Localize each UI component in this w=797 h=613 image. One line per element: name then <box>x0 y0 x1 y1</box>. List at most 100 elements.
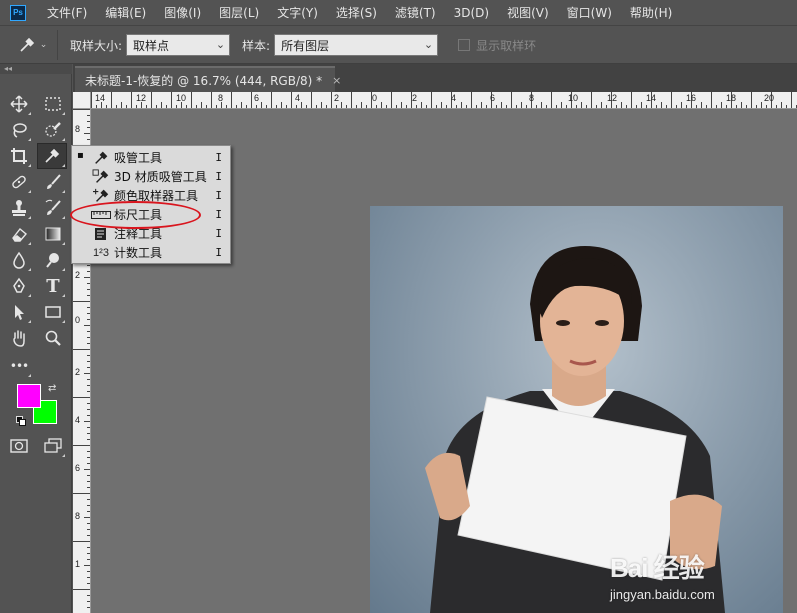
ruler-label: 14 <box>95 93 106 103</box>
dodge-icon <box>46 253 59 268</box>
eraser-tool[interactable] <box>6 222 32 246</box>
tool-group-indicator <box>62 164 65 167</box>
show-sampling-ring-checkbox[interactable] <box>458 39 471 51</box>
ruler-label: 0 <box>75 315 81 325</box>
tool-group-indicator <box>62 112 65 115</box>
menu-image[interactable]: 图像(I) <box>155 4 210 21</box>
dodge-tool[interactable] <box>40 248 66 272</box>
ruler-origin[interactable] <box>73 92 91 109</box>
brush-icon <box>47 174 61 189</box>
lasso-tool[interactable] <box>6 118 32 142</box>
gradient-tool[interactable] <box>40 222 66 246</box>
count-icon: 1²3 <box>93 246 109 259</box>
history-brush-icon <box>45 199 61 215</box>
eraser-icon <box>12 227 27 242</box>
drop-icon <box>13 251 25 269</box>
3d-material-eyedropper-icon <box>90 168 112 185</box>
crop-tool[interactable] <box>6 144 32 168</box>
tool-group-indicator <box>28 164 31 167</box>
arrow-cursor-icon <box>15 305 24 320</box>
hand-tool[interactable] <box>6 326 32 350</box>
blur-tool[interactable] <box>6 248 32 272</box>
menu-edit[interactable]: 编辑(E) <box>96 4 155 21</box>
eyedropper-icon <box>20 37 34 52</box>
marquee-tool[interactable] <box>40 92 66 116</box>
menu-view[interactable]: 视图(V) <box>498 4 558 21</box>
ruler-label: 8 <box>529 93 535 103</box>
color-sampler-icon <box>90 188 112 204</box>
photoshop-logo: Ps <box>10 4 26 21</box>
menu-filter[interactable]: 滤镜(T) <box>386 4 445 21</box>
spot-healing-tool[interactable] <box>6 170 32 194</box>
tool-group-indicator <box>28 294 31 297</box>
chevron-down-icon: ⌄ <box>215 38 226 51</box>
type-tool[interactable]: T <box>40 274 66 298</box>
crop-icon <box>11 148 27 164</box>
move-tool[interactable] <box>6 92 32 116</box>
tool-group-indicator <box>28 374 31 377</box>
ruler-label: 8 <box>75 124 81 134</box>
quick-mask-button[interactable] <box>6 434 32 458</box>
screen-mode-button[interactable] <box>40 434 66 458</box>
collapse-panel-handle[interactable]: ◂◂ <box>0 64 72 74</box>
ruler-label: 6 <box>254 93 260 103</box>
quick-mask-icon <box>10 439 28 453</box>
sample-size-label: 取样大小: <box>70 38 123 53</box>
default-colors-icon[interactable] <box>16 416 26 426</box>
swap-colors-icon[interactable]: ⇄ <box>48 383 56 394</box>
tool-group-indicator <box>62 216 65 219</box>
menu-window[interactable]: 窗口(W) <box>558 4 621 21</box>
eyedropper-icon <box>90 150 112 166</box>
menu-help[interactable]: 帮助(H) <box>621 4 681 21</box>
show-sampling-ring-label: 显示取样环 <box>476 38 537 53</box>
ruler-label: 2 <box>412 93 418 103</box>
ruler-label: 20 <box>764 93 775 103</box>
menu-3d[interactable]: 3D(D) <box>445 6 498 20</box>
options-bar: ⌄ 取样大小: 取样点 ⌄ 样本: 所有图层 ⌄ 显示取样环 <box>0 27 797 64</box>
close-icon[interactable]: × <box>332 74 341 87</box>
ruler-label: 2 <box>334 93 340 103</box>
eyedropper-tool[interactable] <box>37 143 67 169</box>
tool-preset-picker[interactable]: ⌄ <box>8 30 58 60</box>
ruler-label: 4 <box>75 415 81 425</box>
menu-bar: Ps 文件(F) 编辑(E) 图像(I) 图层(L) 文字(Y) 选择(S) 滤… <box>0 0 797 26</box>
stamp-icon <box>12 200 26 216</box>
pen-tool[interactable] <box>6 274 32 298</box>
horizontal-ruler: 14 12 10 8 6 4 2 0 2 4 6 8 10 12 14 16 1… <box>91 92 797 109</box>
sample-value: 所有图层 <box>281 38 330 53</box>
type-t-icon: T <box>46 275 60 297</box>
edit-toolbar-button[interactable]: ••• <box>6 354 32 378</box>
quick-selection-icon <box>45 122 61 137</box>
menu-type[interactable]: 文字(Y) <box>268 4 327 21</box>
flyout-item-shortcut: I <box>215 170 222 183</box>
tool-group-indicator <box>62 190 65 193</box>
clone-stamp-tool[interactable] <box>6 196 32 220</box>
tool-group-indicator <box>28 216 31 219</box>
history-brush-tool[interactable] <box>40 196 66 220</box>
flyout-item-3d-material-eyedropper[interactable]: 3D 材质吸管工具 I <box>72 167 230 186</box>
baidu-jingyan-watermark: Bai 经验 jingyan.baidu.com <box>610 548 790 608</box>
document-tab[interactable]: 未标题-1-恢复的 @ 16.7% (444, RGB/8) * × <box>75 66 341 92</box>
sample-select[interactable]: 所有图层 ⌄ <box>274 34 439 56</box>
sample-size-select[interactable]: 取样点 ⌄ <box>126 34 231 56</box>
ruler-label: 8 <box>75 511 81 521</box>
zoom-tool[interactable] <box>40 326 66 350</box>
rectangle-tool[interactable] <box>40 300 66 324</box>
menu-select[interactable]: 选择(S) <box>327 4 386 21</box>
menu-layer[interactable]: 图层(L) <box>210 4 268 21</box>
foreground-color-swatch[interactable] <box>17 384 41 408</box>
brush-tool[interactable] <box>40 170 66 194</box>
more-dots-icon: ••• <box>9 359 29 373</box>
ruler-label: 8 <box>218 93 224 103</box>
flyout-item-label: 吸管工具 <box>114 151 163 165</box>
menu-file[interactable]: 文件(F) <box>38 4 96 21</box>
sample-label: 样本: <box>242 38 271 53</box>
path-selection-tool[interactable] <box>6 300 32 324</box>
ruler-label: 2 <box>75 270 81 280</box>
flyout-item-eyedropper[interactable]: ▪ 吸管工具 I <box>72 148 230 167</box>
quick-selection-tool[interactable] <box>40 118 66 142</box>
tool-group-indicator <box>62 320 65 323</box>
document-tab-bar: 未标题-1-恢复的 @ 16.7% (444, RGB/8) * × <box>73 64 797 92</box>
flyout-item-count[interactable]: 1²3 计数工具 I <box>72 243 230 262</box>
ruler-label: 6 <box>490 93 496 103</box>
